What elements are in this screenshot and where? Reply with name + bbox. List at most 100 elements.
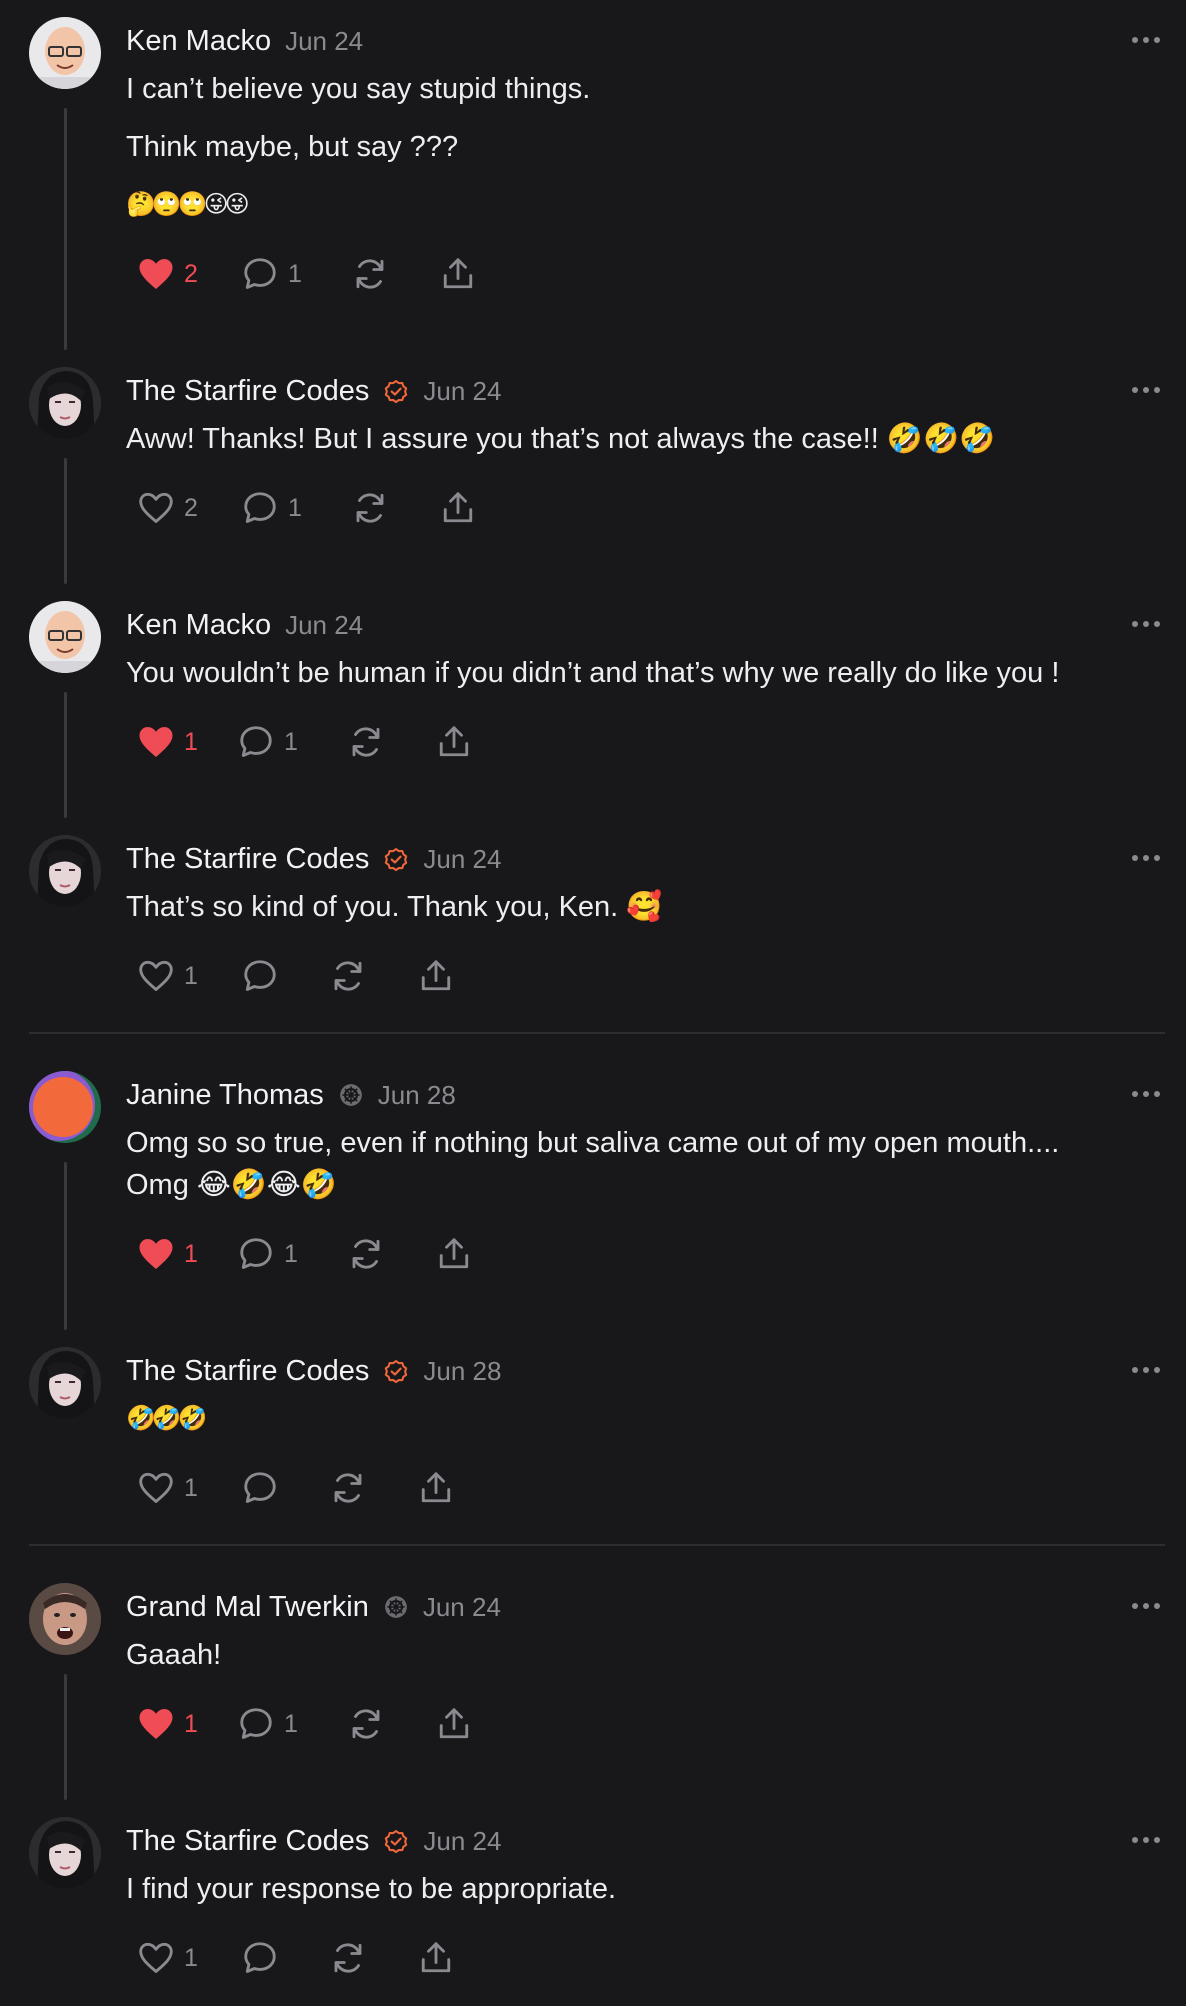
repost-button[interactable] [352,252,440,296]
avatar[interactable] [29,367,101,439]
post-date[interactable]: Jun 24 [423,376,501,407]
repost-button[interactable] [330,1936,418,1980]
like-button[interactable]: 2 [138,252,242,296]
share-icon [421,1942,451,1973]
share-button[interactable] [418,1936,454,1980]
repost-icon [356,259,384,289]
post-text: You wouldn’t be human if you didn’t and … [126,657,1060,689]
author-name[interactable]: Ken Macko [126,609,271,642]
reply-button[interactable]: 1 [238,1232,348,1276]
more-icon[interactable] [1126,28,1166,52]
avatar[interactable] [29,601,101,673]
heart-icon [139,960,173,991]
avatar[interactable] [29,1583,101,1655]
reply-button[interactable]: 1 [242,252,352,296]
thread-line [64,1674,67,1800]
share-button[interactable] [436,1232,472,1276]
reply-button[interactable]: 1 [238,720,348,764]
post-date[interactable]: Jun 28 [423,1356,501,1387]
post: Janine Thomas Jun 28 Omg so so true, eve… [0,1054,1186,1330]
repost-icon [352,727,380,757]
post-date[interactable]: Jun 24 [285,26,363,57]
repost-button[interactable] [348,1702,436,1746]
comment-icon [240,726,272,757]
comment-icon [240,1238,272,1269]
reply-button[interactable] [242,1936,330,1980]
author-name[interactable]: Ken Macko [126,25,271,58]
thread-line [64,108,67,350]
post-text: I can’t believe you say stupid things. [126,73,591,105]
share-button[interactable] [436,1702,472,1746]
thread-line [64,692,67,818]
more-icon[interactable] [1126,1358,1166,1382]
like-button[interactable]: 1 [138,1702,238,1746]
avatar[interactable] [29,1347,101,1419]
thread-line [64,458,67,584]
like-count: 1 [184,1709,198,1738]
more-icon[interactable] [1126,612,1166,636]
repost-icon [334,1473,362,1503]
post-date[interactable]: Jun 24 [423,844,501,875]
share-icon [421,1472,451,1503]
share-button[interactable] [418,954,454,998]
reply-button[interactable]: 1 [242,486,352,530]
author-name[interactable]: The Starfire Codes [126,1355,369,1388]
more-icon[interactable] [1126,1082,1166,1106]
more-icon[interactable] [1126,1828,1166,1852]
avatar[interactable] [29,1817,101,1889]
repost-button[interactable] [330,1466,418,1510]
post-text: Gaaah! [126,1639,222,1671]
repost-button[interactable] [352,486,440,530]
post-date[interactable]: Jun 24 [423,1826,501,1857]
verified-badge-icon [383,1358,409,1384]
avatar[interactable] [29,17,101,89]
reply-button[interactable] [242,954,330,998]
repost-icon [334,1943,362,1973]
share-button[interactable] [440,252,476,296]
like-button[interactable]: 2 [138,486,242,530]
like-button[interactable]: 1 [138,1232,238,1276]
author-name[interactable]: The Starfire Codes [126,375,369,408]
thread-line [64,1162,67,1330]
more-icon[interactable] [1126,846,1166,870]
like-count: 2 [184,259,198,288]
reply-count: 1 [284,1709,298,1738]
post-text: Omg so so true, even if nothing but sali… [126,1127,1060,1201]
like-count: 1 [184,727,198,756]
post-text: Aww! Thanks! But I assure you that’s not… [126,423,996,455]
avatar[interactable] [29,835,101,907]
author-name[interactable]: The Starfire Codes [126,843,369,876]
post-text: 🤣🤣🤣 [126,1405,208,1432]
reply-button[interactable] [242,1466,330,1510]
post-date[interactable]: Jun 28 [378,1080,456,1111]
author-name[interactable]: Grand Mal Twerkin [126,1591,369,1624]
reply-button[interactable]: 1 [238,1702,348,1746]
heart-icon [139,1472,173,1503]
author-name[interactable]: Janine Thomas [126,1079,324,1112]
share-icon [439,1708,469,1739]
avatar[interactable] [29,1071,101,1143]
post: Ken Macko Jun 24 You wouldn’t be human i… [0,584,1186,818]
author-name[interactable]: The Starfire Codes [126,1825,369,1858]
repost-button[interactable] [330,954,418,998]
share-button[interactable] [436,720,472,764]
like-button[interactable]: 1 [138,1466,242,1510]
repost-button[interactable] [348,720,436,764]
post-date[interactable]: Jun 24 [423,1592,501,1623]
more-icon[interactable] [1126,1594,1166,1618]
more-icon[interactable] [1126,378,1166,402]
like-button[interactable]: 1 [138,954,242,998]
comment-icon [244,492,276,523]
share-button[interactable] [440,486,476,530]
repost-button[interactable] [348,1232,436,1276]
share-icon [443,492,473,523]
thread-divider [29,1032,1165,1034]
share-button[interactable] [418,1466,454,1510]
post-date[interactable]: Jun 24 [285,610,363,641]
like-button[interactable]: 1 [138,720,238,764]
verified-badge-icon [383,1828,409,1854]
reply-count: 1 [284,727,298,756]
like-count: 1 [184,1473,198,1502]
like-button[interactable]: 1 [138,1936,242,1980]
post-text: I find your response to be appropriate. [126,1873,617,1905]
